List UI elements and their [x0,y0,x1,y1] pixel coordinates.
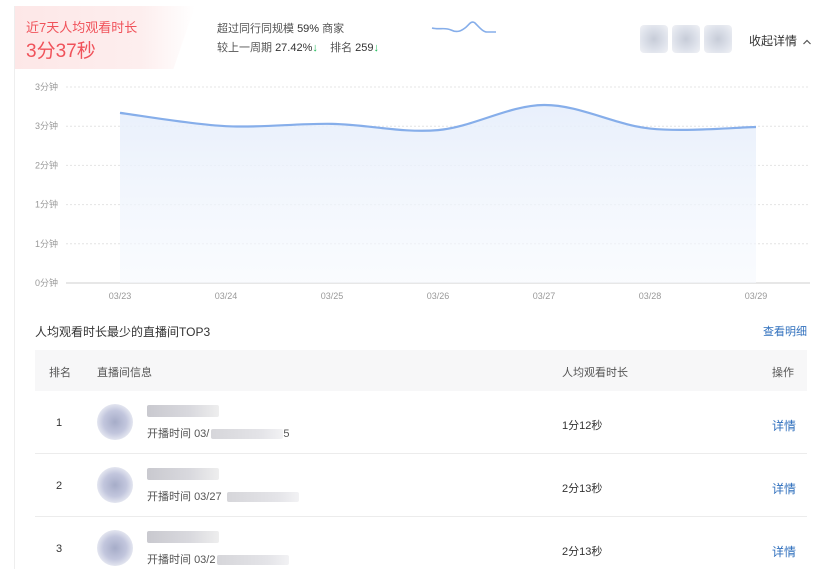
y-tick-label: 1分钟 [35,238,58,249]
x-tick-label: 03/25 [321,291,344,301]
x-tick-label: 03/28 [639,291,662,301]
row-duration: 1分12秒 [562,420,603,432]
chevron-up-icon [803,39,812,45]
row-rank: 2 [56,480,63,492]
y-tick-label: 2分钟 [35,159,58,170]
start-time-label: 开播时间 [147,428,191,440]
start-time-value: 03/ [194,428,210,440]
peer-comparison-label: 超过同行同规模 [217,23,294,35]
room-start-time: 开播时间 03/2 [147,551,290,567]
table-row: 3 开播时间 03/2 2分13秒 详情 [35,517,807,569]
metric-title: 近7天人均观看时长 [26,20,138,35]
y-tick-label: 3分钟 [35,81,58,92]
table-row: 1 开播时间 03/5 1分12秒 详情 [35,391,807,454]
start-time-tail: 5 [283,428,290,440]
section-title: 人均观看时长最少的直播间TOP3 [35,325,211,339]
y-tick-label: 1分钟 [35,199,58,210]
wow-down-arrow-icon: ↓ [312,42,318,54]
room-thumbnail [97,530,133,566]
collapse-details-label: 收起详情 [749,34,798,48]
room-name-redacted [147,468,219,480]
row-duration: 2分13秒 [562,546,603,558]
x-tick-label: 03/23 [109,291,132,301]
peer-avatar-1 [640,25,668,53]
collapse-details-button[interactable]: 收起详情 [749,32,812,49]
header-action: 操作 [772,367,794,379]
rank-value: 259 [355,42,374,54]
watch-duration-chart: 0分钟 1分钟 1分钟 2分钟 3分钟 3分钟 03/23 03/24 03/25 03/26 0… [35,81,810,301]
wow-value: 27.42% [275,42,313,54]
x-tick-label: 03/27 [533,291,556,301]
trend-sparkline [431,21,496,33]
start-time-redacted [226,492,299,503]
table-row: 2 开播时间 03/27 2分13秒 详情 [35,454,807,517]
y-tick-label: 0分钟 [35,277,58,288]
peer-avatar-3 [704,25,732,53]
table-header: 排名 直播间信息 人均观看时长 操作 [35,350,807,391]
rank-down-arrow-icon: ↓ [373,42,380,54]
metric-value: 3分37秒 [26,41,96,62]
room-thumbnail [97,467,133,503]
x-tick-label: 03/26 [427,291,450,301]
row-detail-link[interactable]: 详情 [772,417,796,434]
peer-comparison-suffix: 商家 [322,23,345,35]
x-tick-label: 03/29 [745,291,768,301]
start-time-label: 开播时间 [147,554,191,566]
row-detail-link[interactable]: 详情 [772,543,796,560]
room-thumbnail [97,404,133,440]
row-rank: 1 [56,417,63,429]
row-rank: 3 [56,543,63,555]
row-duration: 2分13秒 [562,483,603,495]
y-tick-label: 3分钟 [35,120,58,131]
start-time-value: 03/27 [194,491,225,503]
bottom-live-rooms-table: 排名 直播间信息 人均观看时长 操作 1 开播时间 03/5 1分12秒 详情 … [35,350,807,569]
x-tick-label: 03/24 [215,291,238,301]
start-time-value: 03/2 [194,554,216,566]
peer-comparison-value: 59% [297,23,320,35]
room-start-time: 开播时间 03/5 [147,425,289,441]
header-rank: 排名 [49,367,71,379]
row-detail-link[interactable]: 详情 [772,480,796,497]
start-time-redacted [211,429,284,440]
start-time-label: 开播时间 [147,491,191,503]
period-comparison: 较上一周期 27.42%↓ 排名 259↓ [217,39,379,55]
rank-label: 排名 [330,42,353,54]
peer-avatar-2 [672,25,700,53]
header-room-info: 直播间信息 [97,367,152,379]
room-name-redacted [147,405,219,417]
peer-comparison: 超过同行同规模 59% 商家 [217,20,344,36]
view-details-link[interactable]: 查看明细 [763,323,807,339]
room-name-redacted [147,531,219,543]
room-start-time: 开播时间 03/27 [147,488,299,504]
wow-label: 较上一周期 [217,42,272,54]
header-avg-duration: 人均观看时长 [562,367,628,379]
start-time-redacted [217,555,290,566]
